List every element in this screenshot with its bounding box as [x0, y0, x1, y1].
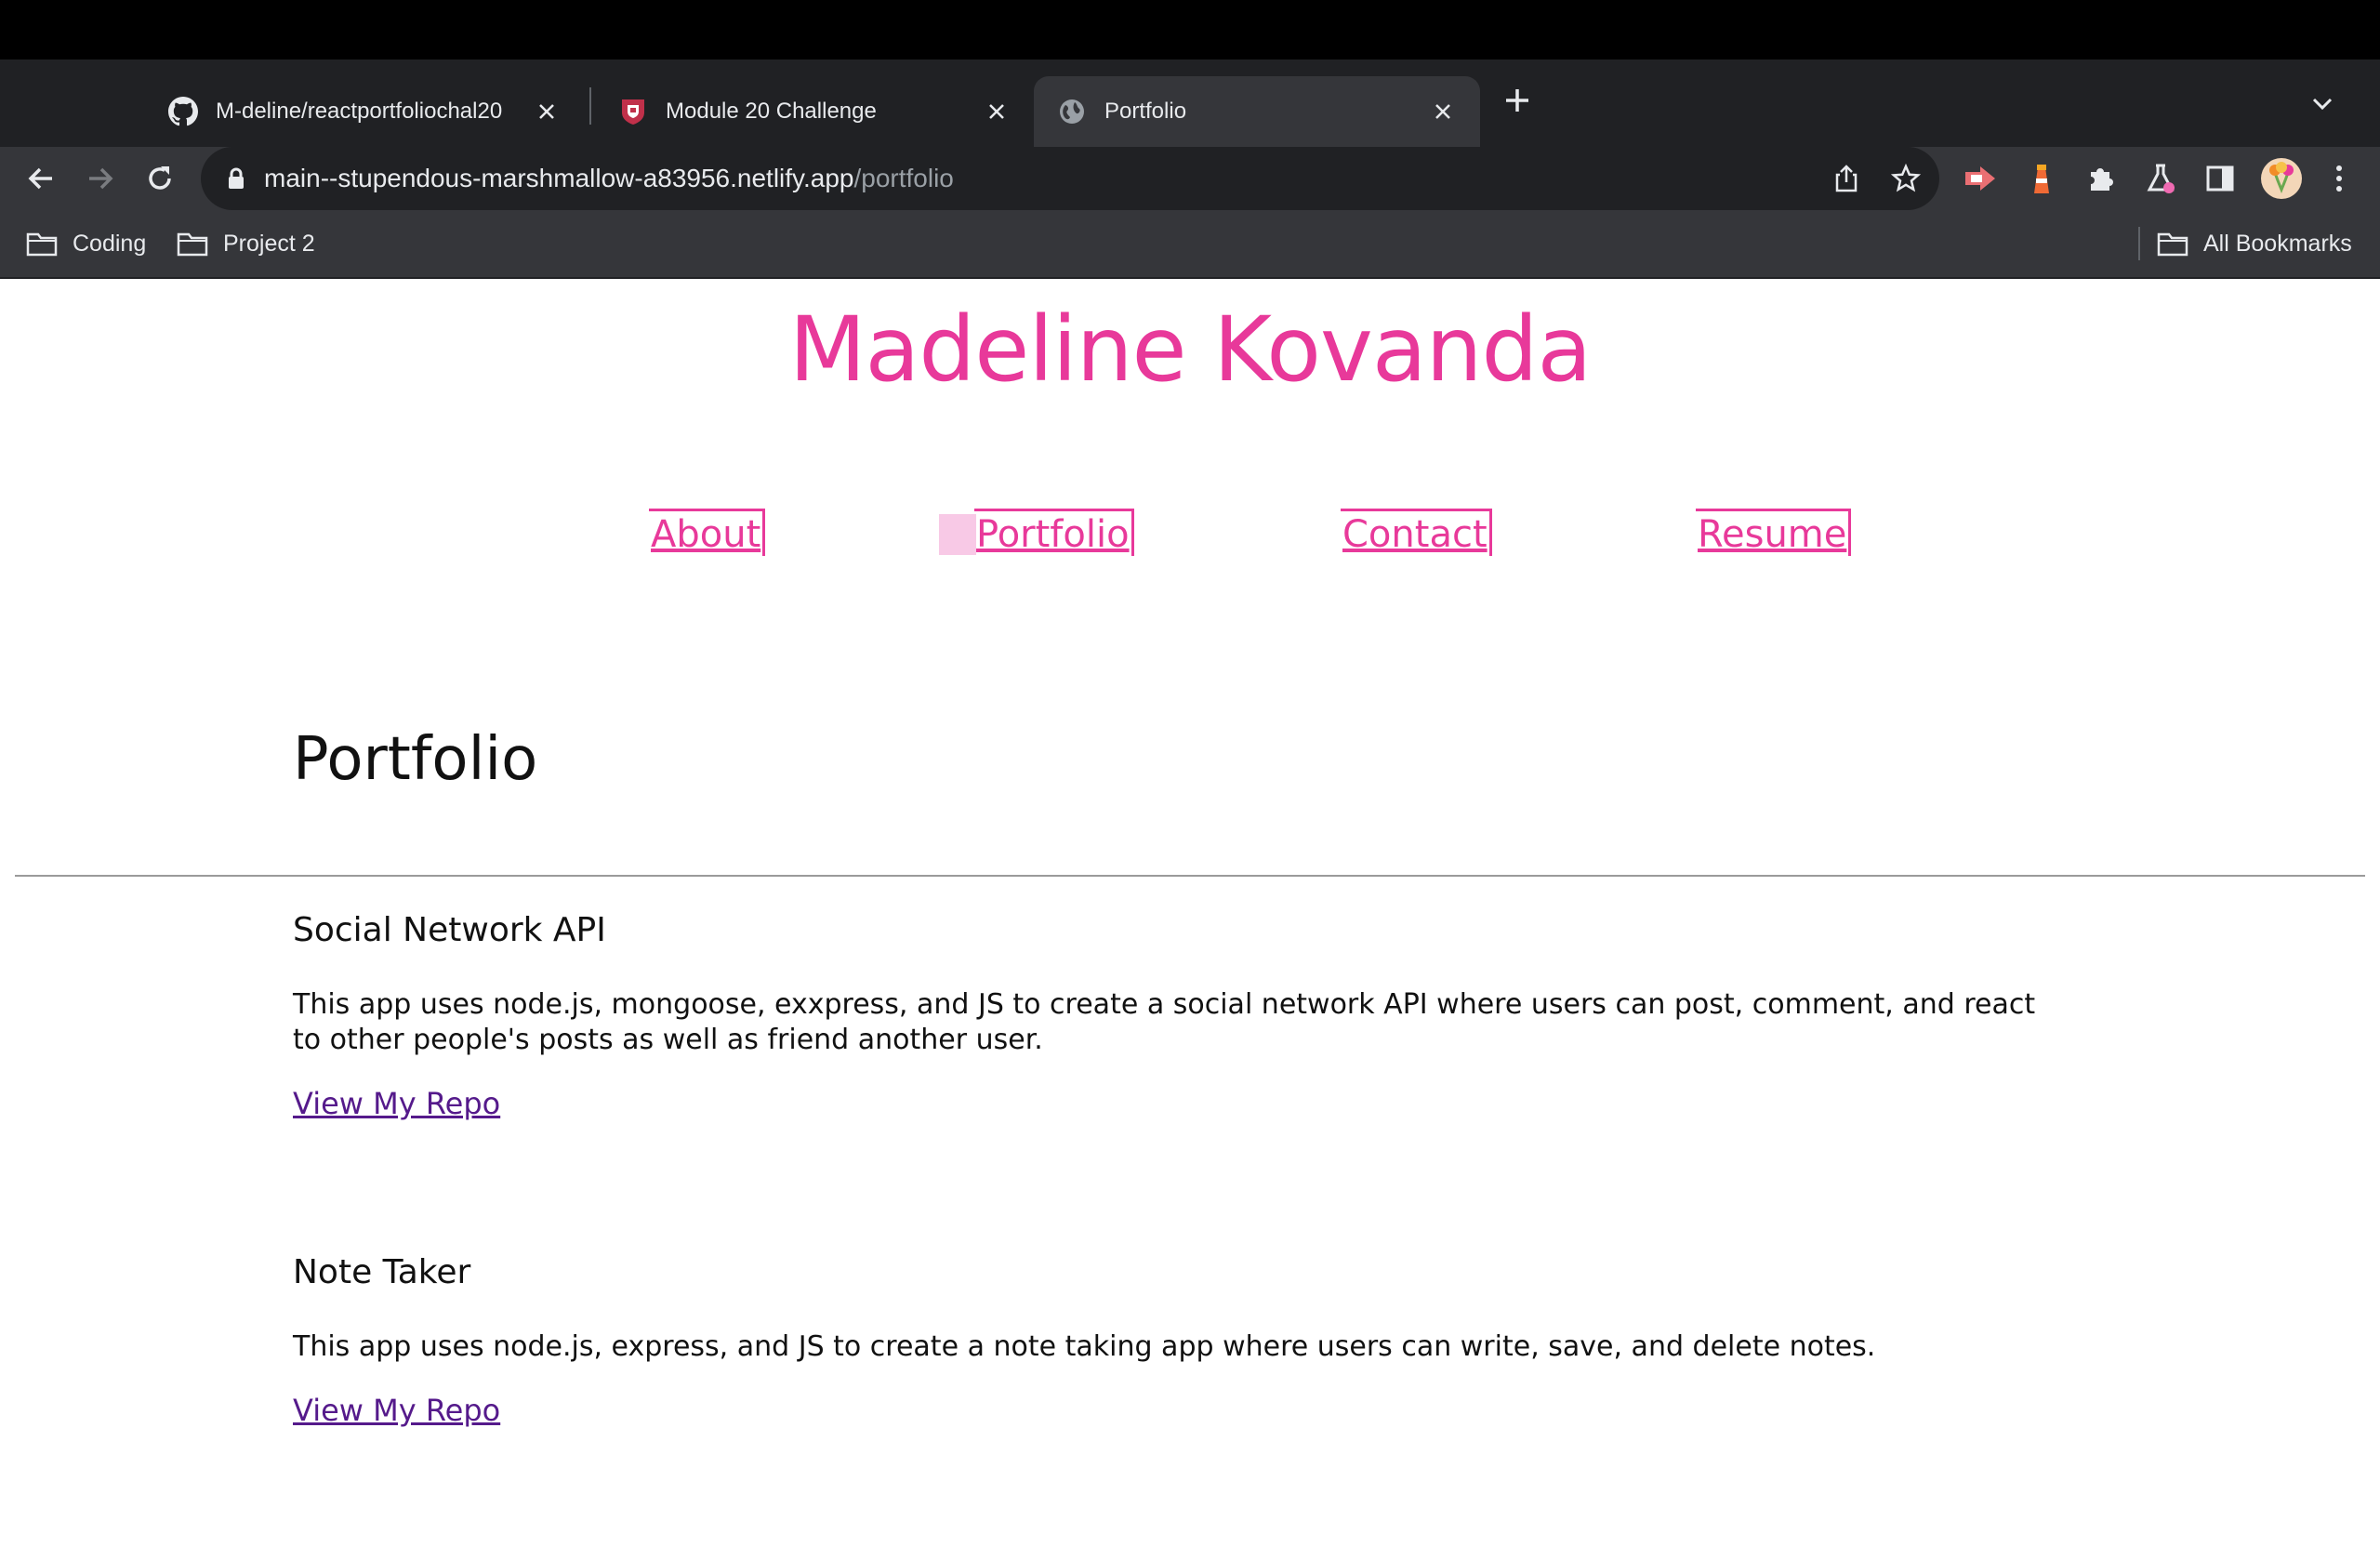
reload-button[interactable]: [141, 160, 178, 197]
tab-title: M-deline/reactportfoliochal20: [216, 99, 503, 124]
bookmark-coding[interactable]: Coding: [26, 210, 146, 277]
project-title: Social Network API: [293, 911, 606, 949]
nav-link-resume[interactable]: Resume: [1696, 509, 1852, 556]
project-description: This app uses node.js, mongoose, exxpres…: [293, 988, 2036, 1056]
back-button[interactable]: [22, 160, 60, 197]
project-description: This app uses node.js, express, and JS t…: [293, 1330, 1876, 1363]
close-icon[interactable]: [1428, 97, 1458, 126]
section-divider: [15, 875, 2365, 877]
tab-github[interactable]: M-deline/reactportfoliochal20: [145, 76, 584, 147]
url-host: main--stupendous-marshmallow-a83956.netl…: [264, 164, 854, 192]
globe-icon: [1056, 96, 1088, 127]
tab-portfolio[interactable]: Portfolio: [1034, 76, 1480, 147]
web-page: Madeline Kovanda About Portfolio Contact…: [0, 279, 2380, 1547]
profile-avatar[interactable]: [2259, 156, 2304, 201]
shield-favicon-icon: [617, 96, 649, 127]
os-menu-bar: [0, 0, 2380, 60]
tab-search-button[interactable]: [2304, 86, 2341, 123]
close-icon[interactable]: [532, 97, 562, 126]
bookmark-project-2[interactable]: Project 2: [177, 210, 315, 277]
bookmarks-divider: [2138, 227, 2140, 260]
folder-icon: [177, 232, 208, 257]
all-bookmarks-label: All Bookmarks: [2203, 230, 2352, 257]
tab-strip: M-deline/reactportfoliochal20 Module 20 …: [0, 60, 2380, 147]
bookmark-label: Project 2: [223, 230, 315, 257]
bookmark-star-icon[interactable]: [1889, 162, 1923, 195]
extension-arrow-icon[interactable]: [1962, 160, 1999, 197]
forward-button[interactable]: [82, 160, 119, 197]
section-heading: Portfolio: [293, 725, 538, 794]
back-arrow-icon: [28, 167, 52, 190]
tab-title: Portfolio: [1104, 99, 1187, 124]
address-bar-field[interactable]: main--stupendous-marshmallow-a83956.netl…: [201, 147, 1939, 210]
url-path: /portfolio: [853, 164, 954, 192]
side-panel-icon[interactable]: [2202, 160, 2239, 197]
reload-icon: [149, 166, 171, 190]
site-title: Madeline Kovanda: [788, 298, 1593, 402]
plus-icon: [1506, 89, 1528, 112]
lock-icon: [229, 167, 244, 189]
nav-link-portfolio[interactable]: Portfolio: [974, 509, 1134, 556]
tab-module-20[interactable]: Module 20 Challenge: [595, 76, 1034, 147]
all-bookmarks-button[interactable]: All Bookmarks: [2157, 210, 2352, 277]
nav-link-about[interactable]: About: [649, 509, 766, 556]
browser-menu-icon[interactable]: [2320, 160, 2358, 197]
url-text[interactable]: main--stupendous-marshmallow-a83956.netl…: [264, 147, 954, 210]
new-tab-button[interactable]: [1497, 80, 1538, 121]
tab-divider: [589, 87, 591, 125]
bookmark-label: Coding: [73, 230, 147, 257]
project-title: Note Taker: [293, 1253, 471, 1291]
tab-title: Module 20 Challenge: [666, 99, 877, 124]
nav-link-contact[interactable]: Contact: [1341, 509, 1492, 556]
extension-lighthouse-icon[interactable]: [2023, 160, 2060, 197]
github-icon: [167, 96, 199, 127]
extensions-puzzle-icon[interactable]: [2082, 160, 2120, 197]
active-nav-highlight: [939, 514, 976, 555]
view-repo-link[interactable]: View My Repo: [293, 1393, 500, 1428]
close-icon[interactable]: [982, 97, 1012, 126]
bookmarks-bar: Coding Project 2 All Bookmarks: [0, 210, 2380, 279]
forward-arrow-icon: [89, 167, 113, 190]
folder-icon: [2157, 232, 2188, 257]
share-icon[interactable]: [1830, 162, 1863, 195]
view-repo-link[interactable]: View My Repo: [293, 1086, 500, 1121]
address-bar[interactable]: main--stupendous-marshmallow-a83956.netl…: [201, 147, 1939, 210]
chevron-down-icon: [2312, 98, 2333, 111]
labs-flask-icon[interactable]: [2142, 160, 2179, 197]
folder-icon: [26, 232, 58, 257]
